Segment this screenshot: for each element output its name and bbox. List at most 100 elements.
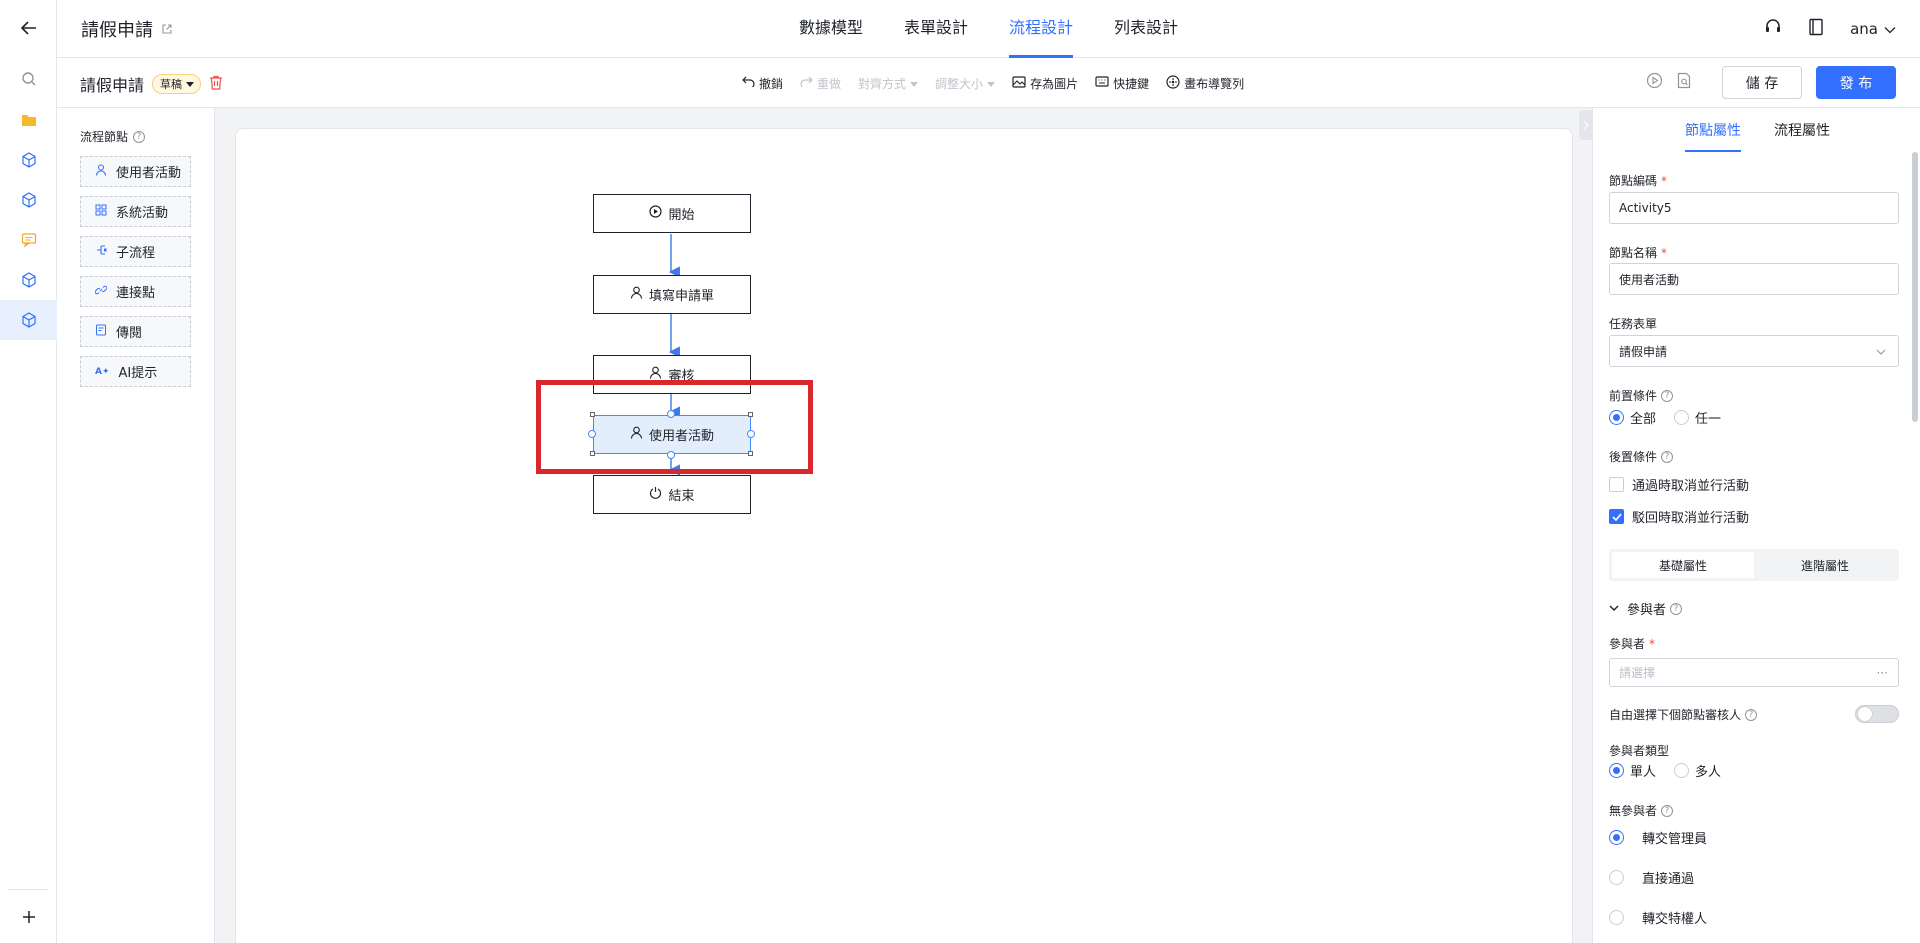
back-arrow-icon[interactable] [0, 8, 57, 48]
node-code-label: 節點編碼 * [1609, 172, 1667, 189]
radio-circle [1674, 410, 1690, 425]
tab-list-design[interactable]: 列表設計 [1114, 0, 1178, 58]
radio-multi-label: 多人 [1695, 765, 1722, 780]
resize-dropdown[interactable]: 調整大小 [935, 75, 996, 92]
align-dropdown[interactable]: 對齊方式 [858, 75, 919, 92]
flow-node-label: 審核 [668, 369, 695, 384]
cube-icon-2[interactable] [0, 180, 57, 220]
save-image-label: 存為圖片 [1030, 76, 1079, 91]
free-select-label: 自由選擇下個節點審核人? [1609, 706, 1758, 723]
status-badge[interactable]: 草稿 [152, 74, 202, 94]
participants-input[interactable]: 請選擇 ··· [1609, 658, 1899, 687]
flow-canvas[interactable] [235, 128, 1573, 943]
canvas-nav-button[interactable]: 畫布導覽列 [1166, 74, 1244, 92]
collapse-right-handle[interactable] [1579, 110, 1592, 140]
radio-pass-directly-label: 直接通過 [1642, 872, 1695, 887]
cube-icon-1[interactable] [0, 140, 57, 180]
circulate-icon [95, 324, 107, 340]
checkbox-cancel-on-reject[interactable]: 駁回時取消並行活動 [1609, 507, 1749, 526]
panel-scrollbar[interactable] [1912, 152, 1918, 422]
palette-item-subprocess[interactable]: 子流程 [80, 236, 191, 267]
palette-item-user-activity[interactable]: 使用者活動 [80, 156, 191, 187]
connection-handle-bottom[interactable] [667, 451, 675, 459]
caret-down-icon [186, 78, 195, 91]
cube-icon-4-active[interactable] [0, 300, 57, 340]
connection-handle-left[interactable] [588, 430, 596, 438]
flow-node-user-activity-selected[interactable]: 使用者活動 [593, 415, 751, 454]
nav-tabs: 數據模型 表單設計 流程設計 列表設計 [799, 0, 1219, 58]
trash-icon[interactable] [209, 75, 223, 94]
headset-icon[interactable] [1764, 18, 1782, 40]
palette-item-connector[interactable]: 連接點 [80, 276, 191, 307]
required-mark: * [1661, 173, 1668, 188]
radio-transfer-admin[interactable]: 轉交管理員 [1609, 828, 1707, 847]
help-icon[interactable]: ? [1661, 804, 1674, 817]
segment-advanced[interactable]: 進階屬性 [1754, 552, 1896, 578]
segment-basic[interactable]: 基礎屬性 [1612, 552, 1754, 578]
user-menu[interactable]: ana [1850, 20, 1896, 38]
flow-node-end[interactable]: 結束 [593, 475, 751, 514]
radio-any-label: 任一 [1695, 412, 1722, 427]
help-icon[interactable]: ? [1661, 389, 1674, 402]
save-image-button[interactable]: 存為圖片 [1012, 75, 1078, 92]
save-button[interactable]: 儲 存 [1722, 66, 1802, 99]
search-icon[interactable] [0, 59, 57, 99]
node-name-input[interactable]: 使用者活動 [1609, 263, 1899, 295]
flow-node-start[interactable]: 開始 [593, 194, 751, 233]
flow-node-fill-form[interactable]: 填寫申請單 [593, 275, 751, 314]
header-right: ana [1764, 0, 1896, 58]
flow-node-review[interactable]: 審核 [593, 355, 751, 394]
chat-icon[interactable] [0, 220, 57, 260]
tab-data-model[interactable]: 數據模型 [799, 0, 863, 58]
participants-section-header[interactable]: 參與者 ? [1609, 599, 1683, 618]
play-icon[interactable] [1646, 72, 1663, 93]
node-name-label: 節點名稱 * [1609, 244, 1667, 261]
palette-item-ai-prompt[interactable]: A✦ AI提示 [80, 356, 191, 387]
radio-pass-directly[interactable]: 直接通過 [1609, 868, 1694, 887]
palette-item-circulate[interactable]: 傳閱 [80, 316, 191, 347]
checkbox-cancel-on-pass[interactable]: 通過時取消並行活動 [1609, 475, 1749, 494]
cube-icon-3[interactable] [0, 260, 57, 300]
more-icon[interactable]: ··· [1877, 666, 1888, 680]
connection-handle-top[interactable] [667, 410, 675, 418]
add-icon[interactable] [0, 897, 57, 937]
tab-form-design[interactable]: 表單設計 [904, 0, 968, 58]
free-select-toggle[interactable] [1855, 705, 1899, 723]
radio-all-label: 全部 [1630, 412, 1657, 427]
help-icon[interactable]: ? [1661, 450, 1674, 463]
participant-type-label: 參與者類型 [1609, 744, 1670, 758]
folder-icon[interactable] [0, 100, 57, 140]
external-link-icon[interactable] [161, 19, 173, 40]
undo-button[interactable]: 撤銷 [742, 75, 783, 92]
help-icon[interactable]: ? [1745, 708, 1758, 721]
node-palette: 流程節點 ? 使用者活動 系統活動 子流程 連接點 傳閱 A✦ AI提示 [57, 108, 215, 943]
radio-circle [1609, 830, 1624, 845]
radio-any[interactable]: 任一 [1674, 408, 1721, 427]
help-icon[interactable]: ? [133, 130, 146, 143]
connection-handle-right[interactable] [747, 430, 755, 438]
help-icon[interactable]: ? [1670, 602, 1683, 615]
resize-handle-tr[interactable] [748, 412, 753, 417]
task-form-select[interactable]: 請假申請 [1609, 335, 1899, 367]
user-name: ana [1850, 20, 1878, 38]
node-code-input[interactable]: Activity5 [1609, 192, 1899, 224]
book-icon[interactable] [1808, 18, 1824, 40]
radio-multi[interactable]: 多人 [1674, 761, 1721, 780]
tab-process-properties[interactable]: 流程屬性 [1774, 108, 1830, 152]
pre-condition-radios: 全部 任一 [1609, 408, 1721, 427]
radio-single[interactable]: 單人 [1609, 761, 1656, 780]
radio-transfer-privileged[interactable]: 轉交特權人 [1609, 908, 1707, 927]
radio-circle [1609, 410, 1624, 425]
publish-button[interactable]: 發 布 [1816, 66, 1896, 99]
palette-item-label: 系統活動 [116, 206, 169, 221]
tab-process-design[interactable]: 流程設計 [1009, 0, 1074, 58]
resize-handle-tl[interactable] [590, 412, 595, 417]
radio-all[interactable]: 全部 [1609, 408, 1656, 427]
resize-handle-br[interactable] [748, 451, 753, 456]
tab-node-properties[interactable]: 節點屬性 [1685, 108, 1741, 152]
redo-button[interactable]: 重做 [800, 75, 841, 92]
shortcuts-button[interactable]: 快捷鍵 [1095, 75, 1149, 92]
document-search-icon[interactable] [1677, 72, 1692, 93]
palette-item-system-activity[interactable]: 系統活動 [80, 196, 191, 227]
resize-handle-bl[interactable] [590, 451, 595, 456]
